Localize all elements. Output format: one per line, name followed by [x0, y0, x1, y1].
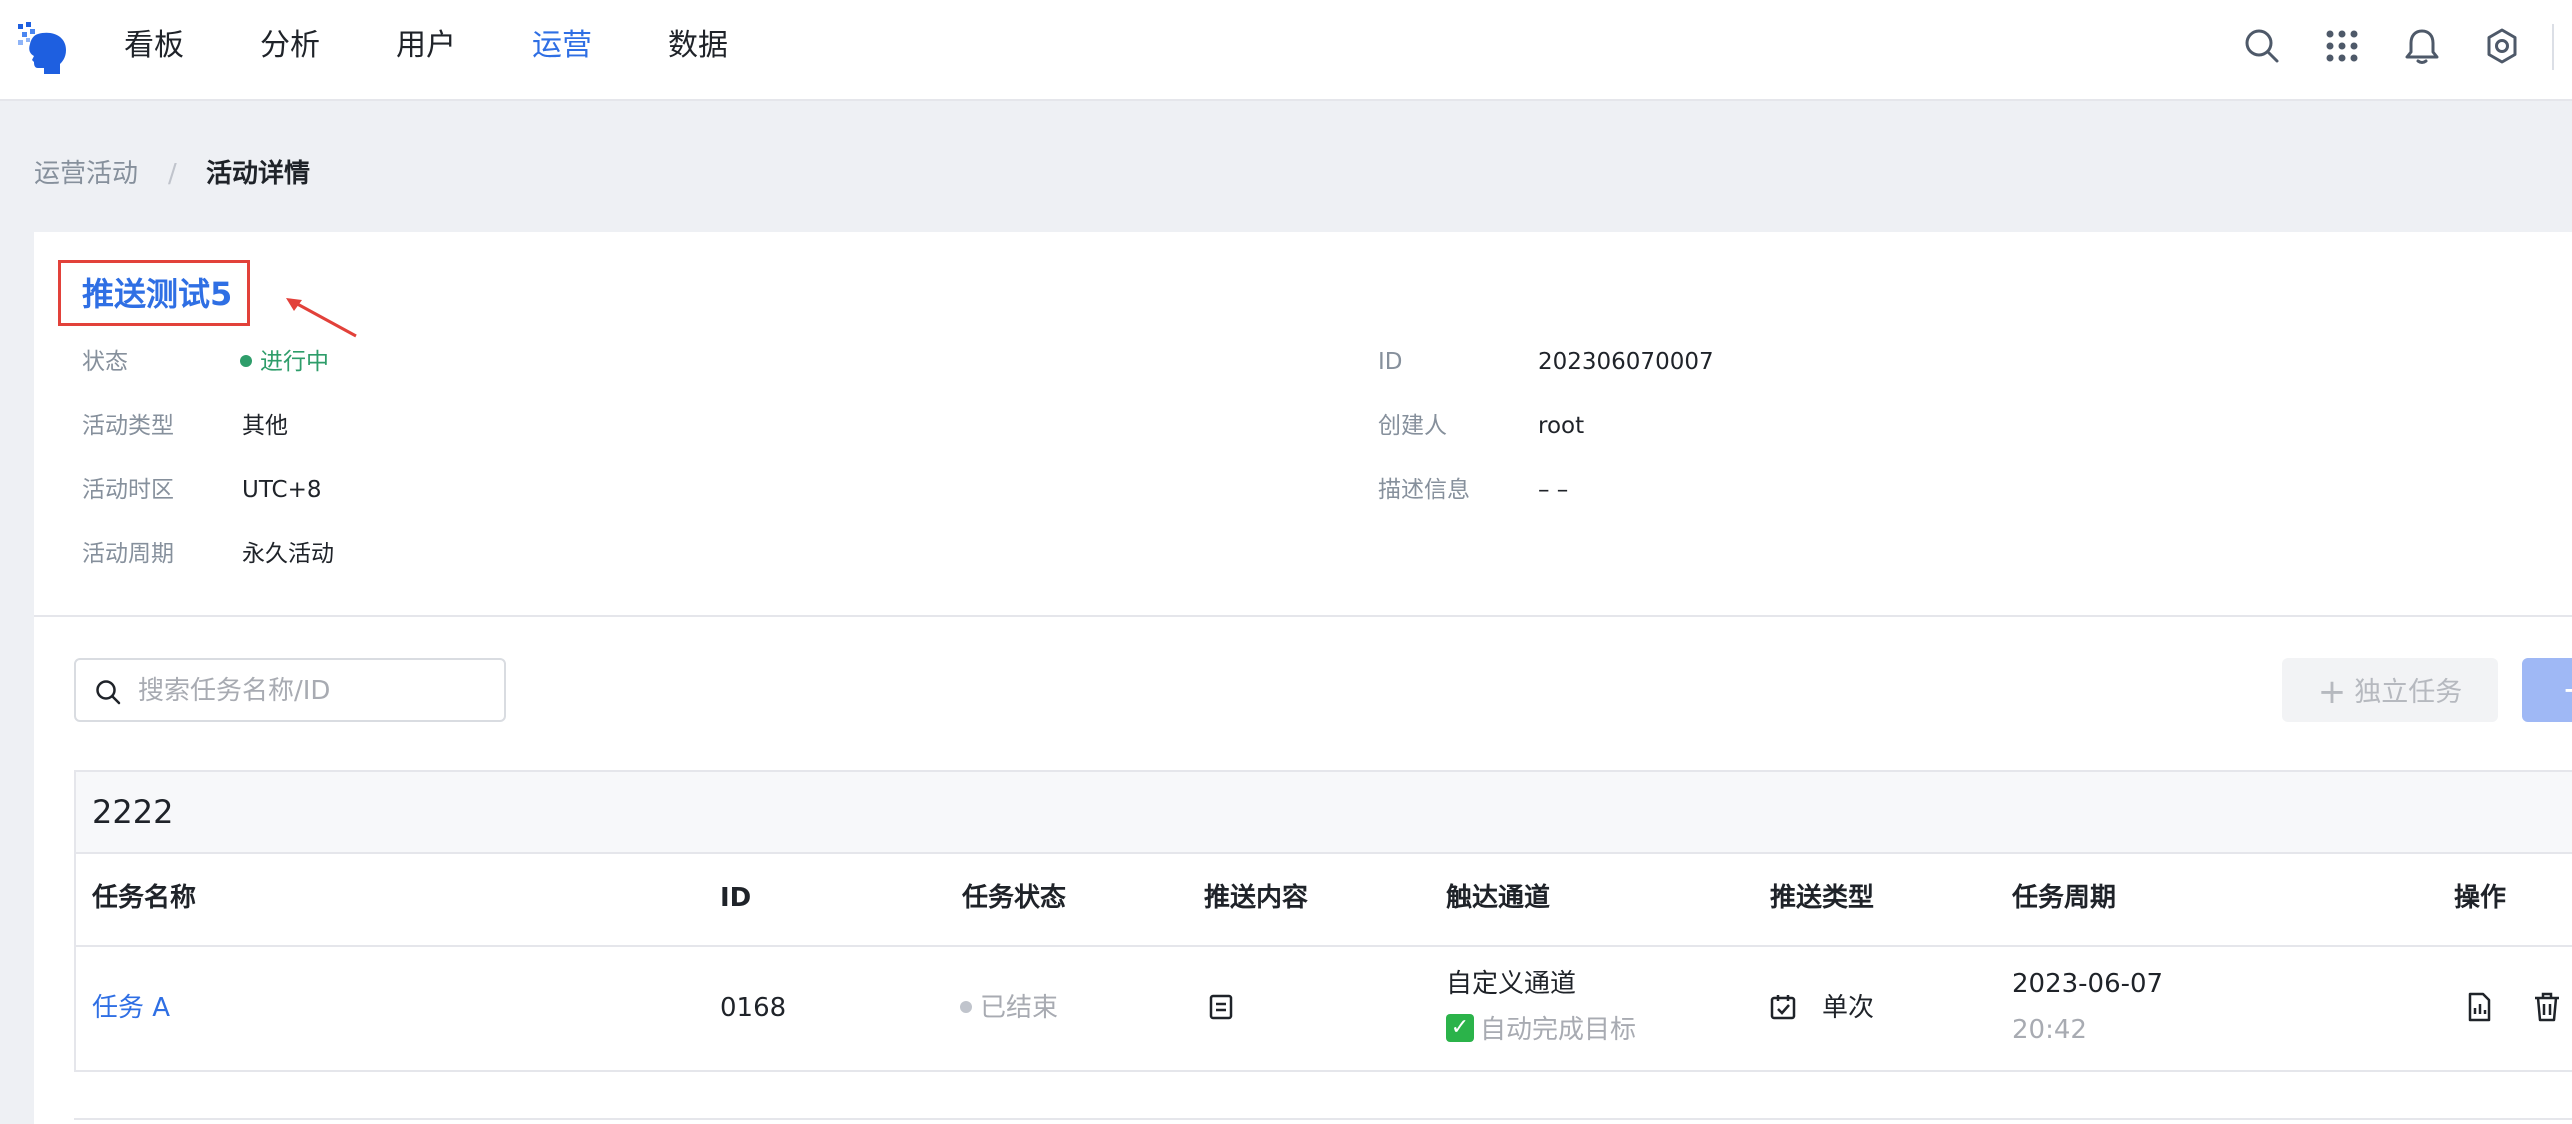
task-group-header: [76, 772, 2572, 854]
report-icon[interactable]: [2462, 990, 2496, 1024]
task-status-text: 已结束: [980, 993, 1059, 1023]
activity-type-value: 其他: [242, 413, 288, 439]
period-label: 活动周期: [82, 541, 174, 567]
column-header-push-content: 推送内容: [1204, 883, 1309, 913]
task-period-date: 2023-06-07: [2012, 969, 2164, 999]
standalone-task-label: 独立任务: [2354, 677, 2463, 708]
section-divider: [34, 615, 2572, 617]
channel-name: 自定义通道: [1446, 969, 1577, 999]
activity-title: 推送测试5: [82, 275, 233, 313]
task-search-box[interactable]: [74, 658, 506, 722]
document-icon[interactable]: [1204, 990, 1238, 1024]
table-header-divider: [76, 945, 2572, 947]
task-status: 已结束: [960, 988, 1058, 1028]
annotation-arrow-icon: [286, 298, 357, 338]
status-text: 进行中: [260, 349, 329, 375]
timezone-value: UTC+8: [242, 477, 322, 503]
check-mark-icon: ✓: [1446, 1013, 1474, 1042]
task-id: 0168: [720, 993, 787, 1023]
search-icon[interactable]: [2242, 26, 2282, 66]
timezone-label: 活动时区: [82, 477, 174, 503]
task-group-title: 2222: [92, 793, 174, 831]
header-divider: [2552, 24, 2554, 70]
top-nav-bar: [0, 0, 2572, 101]
task-period-time: 20:42: [2012, 1015, 2087, 1045]
nav-item-dashboard[interactable]: 看板: [124, 24, 184, 68]
column-header-push-type: 推送类型: [1770, 883, 1875, 913]
task-name-link[interactable]: 任务 A: [92, 988, 170, 1028]
id-value: 202306070007: [1538, 349, 1714, 375]
column-header-task-status: 任务状态: [962, 883, 1067, 913]
column-header-actions: 操作: [2454, 883, 2507, 913]
creator-label: 创建人: [1378, 413, 1447, 439]
breadcrumb-parent-link[interactable]: 运营活动: [34, 154, 138, 194]
status-dot-icon: [240, 354, 252, 367]
nav-item-users[interactable]: 用户: [396, 24, 456, 68]
delete-icon[interactable]: [2530, 990, 2564, 1024]
create-button[interactable]: +: [2522, 658, 2572, 722]
description-label: 描述信息: [1378, 477, 1470, 503]
activity-type-label: 活动类型: [82, 413, 174, 439]
bell-icon[interactable]: [2402, 26, 2442, 66]
gear-icon[interactable]: [2482, 26, 2522, 66]
push-type-value: 单次: [1822, 993, 1875, 1023]
task-search-input[interactable]: [136, 670, 490, 712]
calendar-check-icon: [1770, 995, 1796, 1020]
nav-item-analysis[interactable]: 分析: [260, 24, 320, 68]
column-header-id: ID: [720, 883, 752, 913]
status-label: 状态: [82, 349, 128, 375]
apps-grid-icon[interactable]: [2322, 26, 2362, 66]
creator-value: root: [1538, 413, 1585, 439]
nav-item-operations[interactable]: 运营: [532, 24, 592, 68]
logo-icon[interactable]: [16, 20, 72, 76]
add-standalone-task-button[interactable]: + 独立任务: [2282, 658, 2498, 722]
breadcrumb-separator: /: [168, 159, 177, 189]
period-value: 永久活动: [242, 541, 334, 567]
column-header-task-name: 任务名称: [92, 883, 197, 913]
channel-note-text: 自动完成目标: [1480, 1015, 1637, 1045]
nav-item-data[interactable]: 数据: [668, 24, 728, 68]
column-header-channel: 触达通道: [1446, 883, 1551, 913]
breadcrumb-current: 活动详情: [206, 159, 311, 189]
status-value: 进行中: [240, 344, 329, 380]
next-group-edge: [74, 1118, 2572, 1120]
plus-icon: +: [2317, 672, 2347, 712]
channel-note: ✓ 自动完成目标: [1446, 1010, 1636, 1050]
id-label: ID: [1378, 349, 1403, 375]
status-dot-icon: [960, 1000, 972, 1013]
column-header-task-period: 任务周期: [2012, 883, 2117, 913]
description-value: – –: [1538, 477, 1569, 503]
search-icon: [96, 680, 121, 705]
